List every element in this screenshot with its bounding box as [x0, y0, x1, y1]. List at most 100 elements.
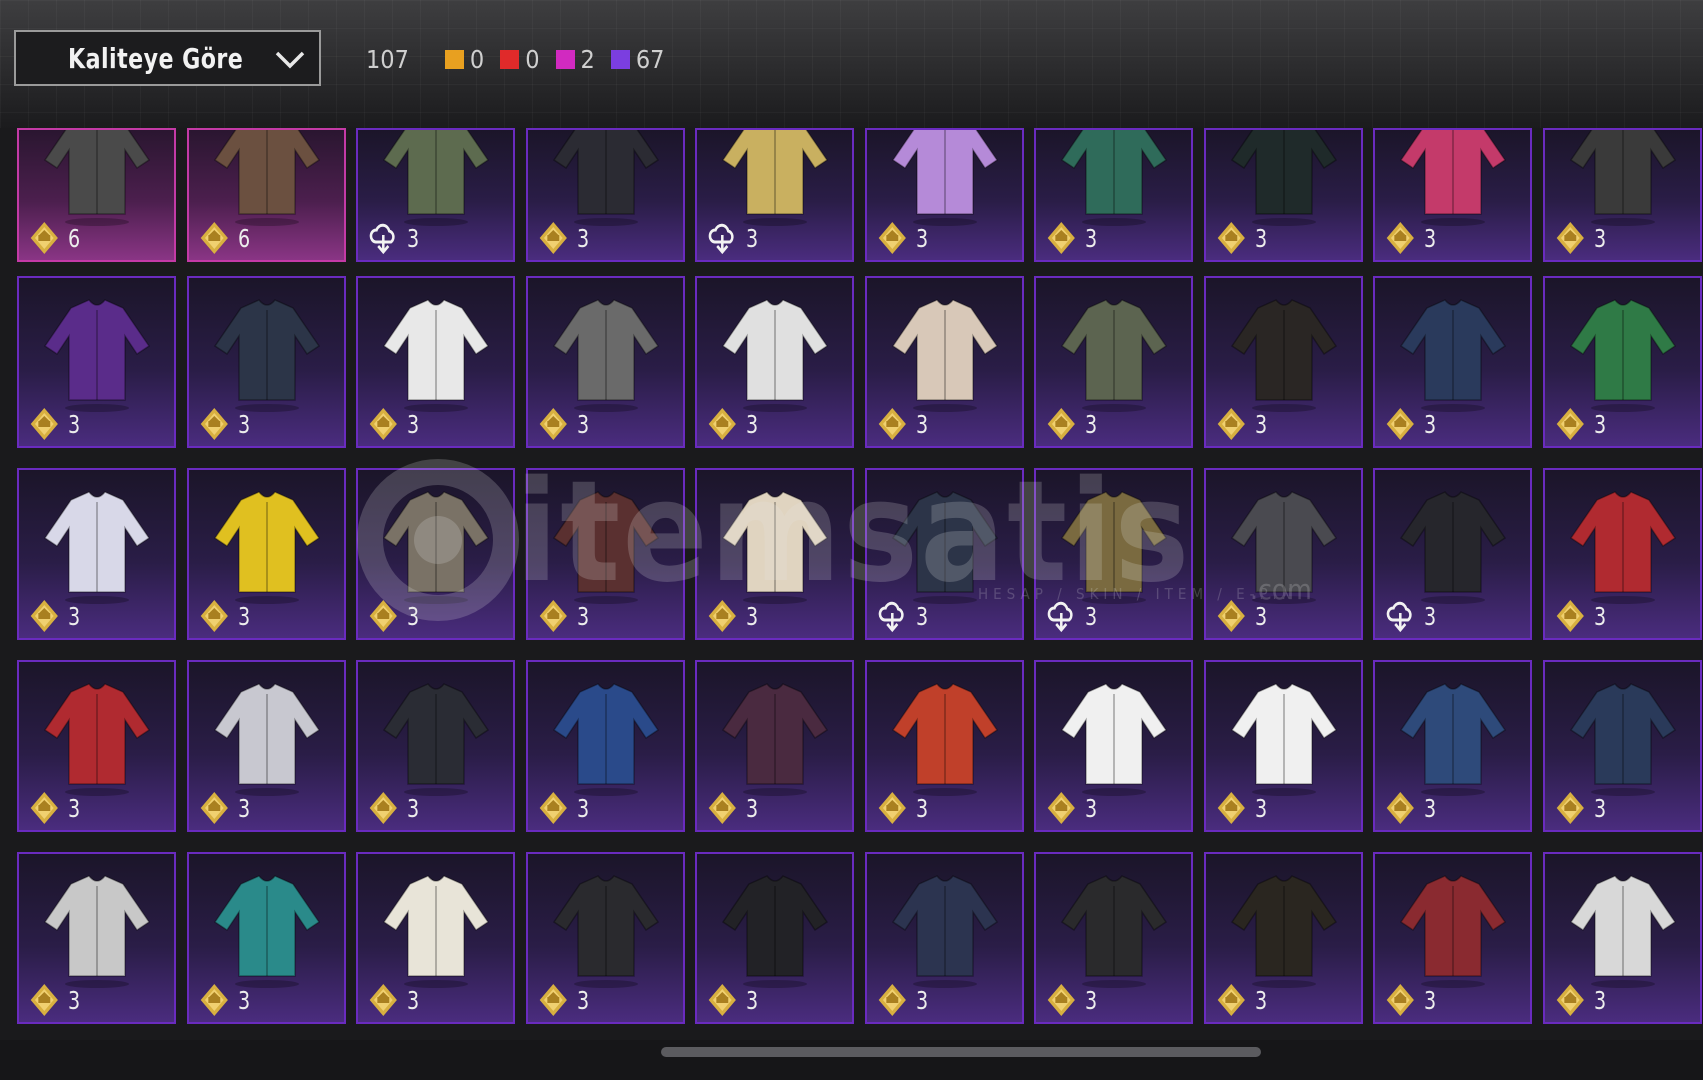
- gold-diamond-icon: [29, 982, 60, 1018]
- item-card-white-hooded-coat[interactable]: 3: [187, 660, 346, 832]
- item-card-blue-holiday-sweater[interactable]: 3: [17, 468, 176, 640]
- item-card-olive-hooded-jacket[interactable]: 3: [356, 128, 515, 262]
- item-card-navy-dress[interactable]: 3: [865, 852, 1024, 1024]
- item-cost: 3: [535, 598, 591, 634]
- item-card-maroon-jacket[interactable]: 3: [526, 468, 685, 640]
- item-cost-value: 3: [746, 985, 759, 1015]
- gold-diamond-icon: [1216, 220, 1247, 256]
- item-image: [1036, 288, 1191, 422]
- item-card-brown-trench-coat[interactable]: 6: [187, 128, 346, 262]
- item-card-dark-top[interactable]: 3: [1204, 128, 1363, 262]
- gold-diamond-icon: [199, 406, 230, 442]
- item-image: [1545, 288, 1700, 422]
- item-card-white-racing-jacket[interactable]: 3: [1543, 852, 1702, 1024]
- item-cost: 3: [1213, 220, 1269, 256]
- item-cost-value: 3: [407, 793, 420, 823]
- item-card-purple-shrug[interactable]: 3: [17, 276, 176, 448]
- item-card-black-gold-hoodie[interactable]: 3: [1204, 276, 1363, 448]
- item-cost: 3: [1552, 220, 1608, 256]
- item-card-black-zip-jacket[interactable]: 3: [1373, 468, 1532, 640]
- item-image: [1375, 288, 1530, 422]
- item-card-denim-green-jacket[interactable]: 3: [1543, 660, 1702, 832]
- quality-count-value: 0: [525, 44, 540, 74]
- item-card-black-crop-top[interactable]: 3: [526, 128, 685, 262]
- item-card-bandage-top[interactable]: 3: [865, 276, 1024, 448]
- item-cost: 3: [535, 406, 591, 442]
- item-cost: 3: [196, 982, 252, 1018]
- item-image: [697, 480, 852, 614]
- item-card-khaki-shirt[interactable]: 3: [1034, 276, 1193, 448]
- item-card-red-black-hoodie[interactable]: 3: [17, 660, 176, 832]
- item-cost: 3: [1043, 790, 1099, 826]
- item-card-teal-hoodie[interactable]: 3: [1034, 128, 1193, 262]
- item-card-red-hooded-jacket[interactable]: 3: [1543, 468, 1702, 640]
- item-cost-value: 3: [1424, 985, 1437, 1015]
- home-indicator[interactable]: [661, 1047, 1261, 1057]
- item-cost-value: 3: [1594, 793, 1607, 823]
- item-card-grey-yellow-jacket[interactable]: 3: [356, 468, 515, 640]
- item-card-white-raglan-tee[interactable]: 3: [356, 276, 515, 448]
- item-image: [1375, 672, 1530, 806]
- gold-diamond-icon: [368, 598, 399, 634]
- item-card-white-blue-sleeve-top[interactable]: 3: [1204, 660, 1363, 832]
- item-cost: 3: [1552, 982, 1608, 1018]
- item-card-denim-jacket[interactable]: 3: [1373, 660, 1532, 832]
- item-card-leather-trench-coat[interactable]: 6: [17, 128, 176, 262]
- item-card-black-track-jacket[interactable]: 3: [356, 660, 515, 832]
- item-cost-value: 3: [68, 601, 81, 631]
- item-card-black-sports-bra[interactable]: 3: [695, 852, 854, 1024]
- item-cost: 3: [26, 598, 82, 634]
- item-card-navy-tee[interactable]: 3: [187, 276, 346, 448]
- item-card-pink-zebra-jacket[interactable]: 3: [1373, 128, 1532, 262]
- item-cost: 3: [535, 982, 591, 1018]
- item-image: [1036, 864, 1191, 998]
- item-cost: 3: [1043, 406, 1099, 442]
- item-cost-value: 3: [238, 793, 251, 823]
- item-cost-value: 3: [68, 985, 81, 1015]
- item-card-yellow-jacket[interactable]: 3: [695, 128, 854, 262]
- item-image: [867, 672, 1022, 806]
- item-card-navy-red-jacket[interactable]: 3: [1373, 276, 1532, 448]
- item-card-plaid-puffer[interactable]: 3: [695, 468, 854, 640]
- item-card-cat-bra[interactable]: 3: [526, 276, 685, 448]
- item-card-red-orange-jacket[interactable]: 3: [865, 660, 1024, 832]
- item-cost: 3: [1552, 790, 1608, 826]
- item-card-red-plaid-vest[interactable]: 3: [1373, 852, 1532, 1024]
- item-cost-value: 3: [1594, 985, 1607, 1015]
- item-cost-value: 3: [1255, 223, 1268, 253]
- item-cost: 3: [365, 406, 421, 442]
- item-card-gold-armor-jacket[interactable]: 3: [1034, 468, 1193, 640]
- item-card-black-gold-jacket[interactable]: 3: [1204, 852, 1363, 1024]
- item-cost-value: 3: [238, 409, 251, 439]
- quality-count-value: 0: [469, 44, 485, 74]
- sort-dropdown[interactable]: Kaliteye Göre: [14, 30, 321, 86]
- item-card-black-shirt[interactable]: 3: [1034, 852, 1193, 1024]
- gold-diamond-icon: [1216, 790, 1247, 826]
- item-card-lilac-hoodie[interactable]: 3: [865, 128, 1024, 262]
- item-cost-value: 3: [1255, 793, 1268, 823]
- item-card-white-uniform[interactable]: 3: [356, 852, 515, 1024]
- item-card-green-holiday-sweater[interactable]: 3: [1543, 276, 1702, 448]
- item-cost-value: 3: [746, 223, 759, 253]
- quality-swatch-orange: [444, 49, 464, 69]
- item-card-black-scarf-top[interactable]: 3: [1543, 128, 1702, 262]
- gold-diamond-icon: [29, 220, 60, 256]
- item-card-blue-pattern-jacket[interactable]: 3: [526, 660, 685, 832]
- item-card-white-floral-sleeve-top[interactable]: 3: [1034, 660, 1193, 832]
- item-card-grey-tech-jacket[interactable]: 3: [1204, 468, 1363, 640]
- item-cost: 3: [26, 790, 82, 826]
- gold-diamond-icon: [1216, 598, 1247, 634]
- gold-diamond-icon: [877, 220, 908, 256]
- item-card-black-leather-jacket[interactable]: 3: [526, 852, 685, 1024]
- item-card-lab-coat[interactable]: 3: [17, 852, 176, 1024]
- item-cost-value: 3: [577, 601, 590, 631]
- item-cost: 3: [196, 406, 252, 442]
- item-card-teal-scrubs[interactable]: 3: [187, 852, 346, 1024]
- item-card-yellow-robe[interactable]: 3: [187, 468, 346, 640]
- item-card-navy-military-coat[interactable]: 3: [865, 468, 1024, 640]
- item-card-flame-hoodie[interactable]: 3: [695, 276, 854, 448]
- item-image: [189, 288, 344, 422]
- cloud-download-icon: [707, 220, 738, 256]
- item-card-plum-hoodie[interactable]: 3: [695, 660, 854, 832]
- quality-count-value: 67: [635, 44, 665, 74]
